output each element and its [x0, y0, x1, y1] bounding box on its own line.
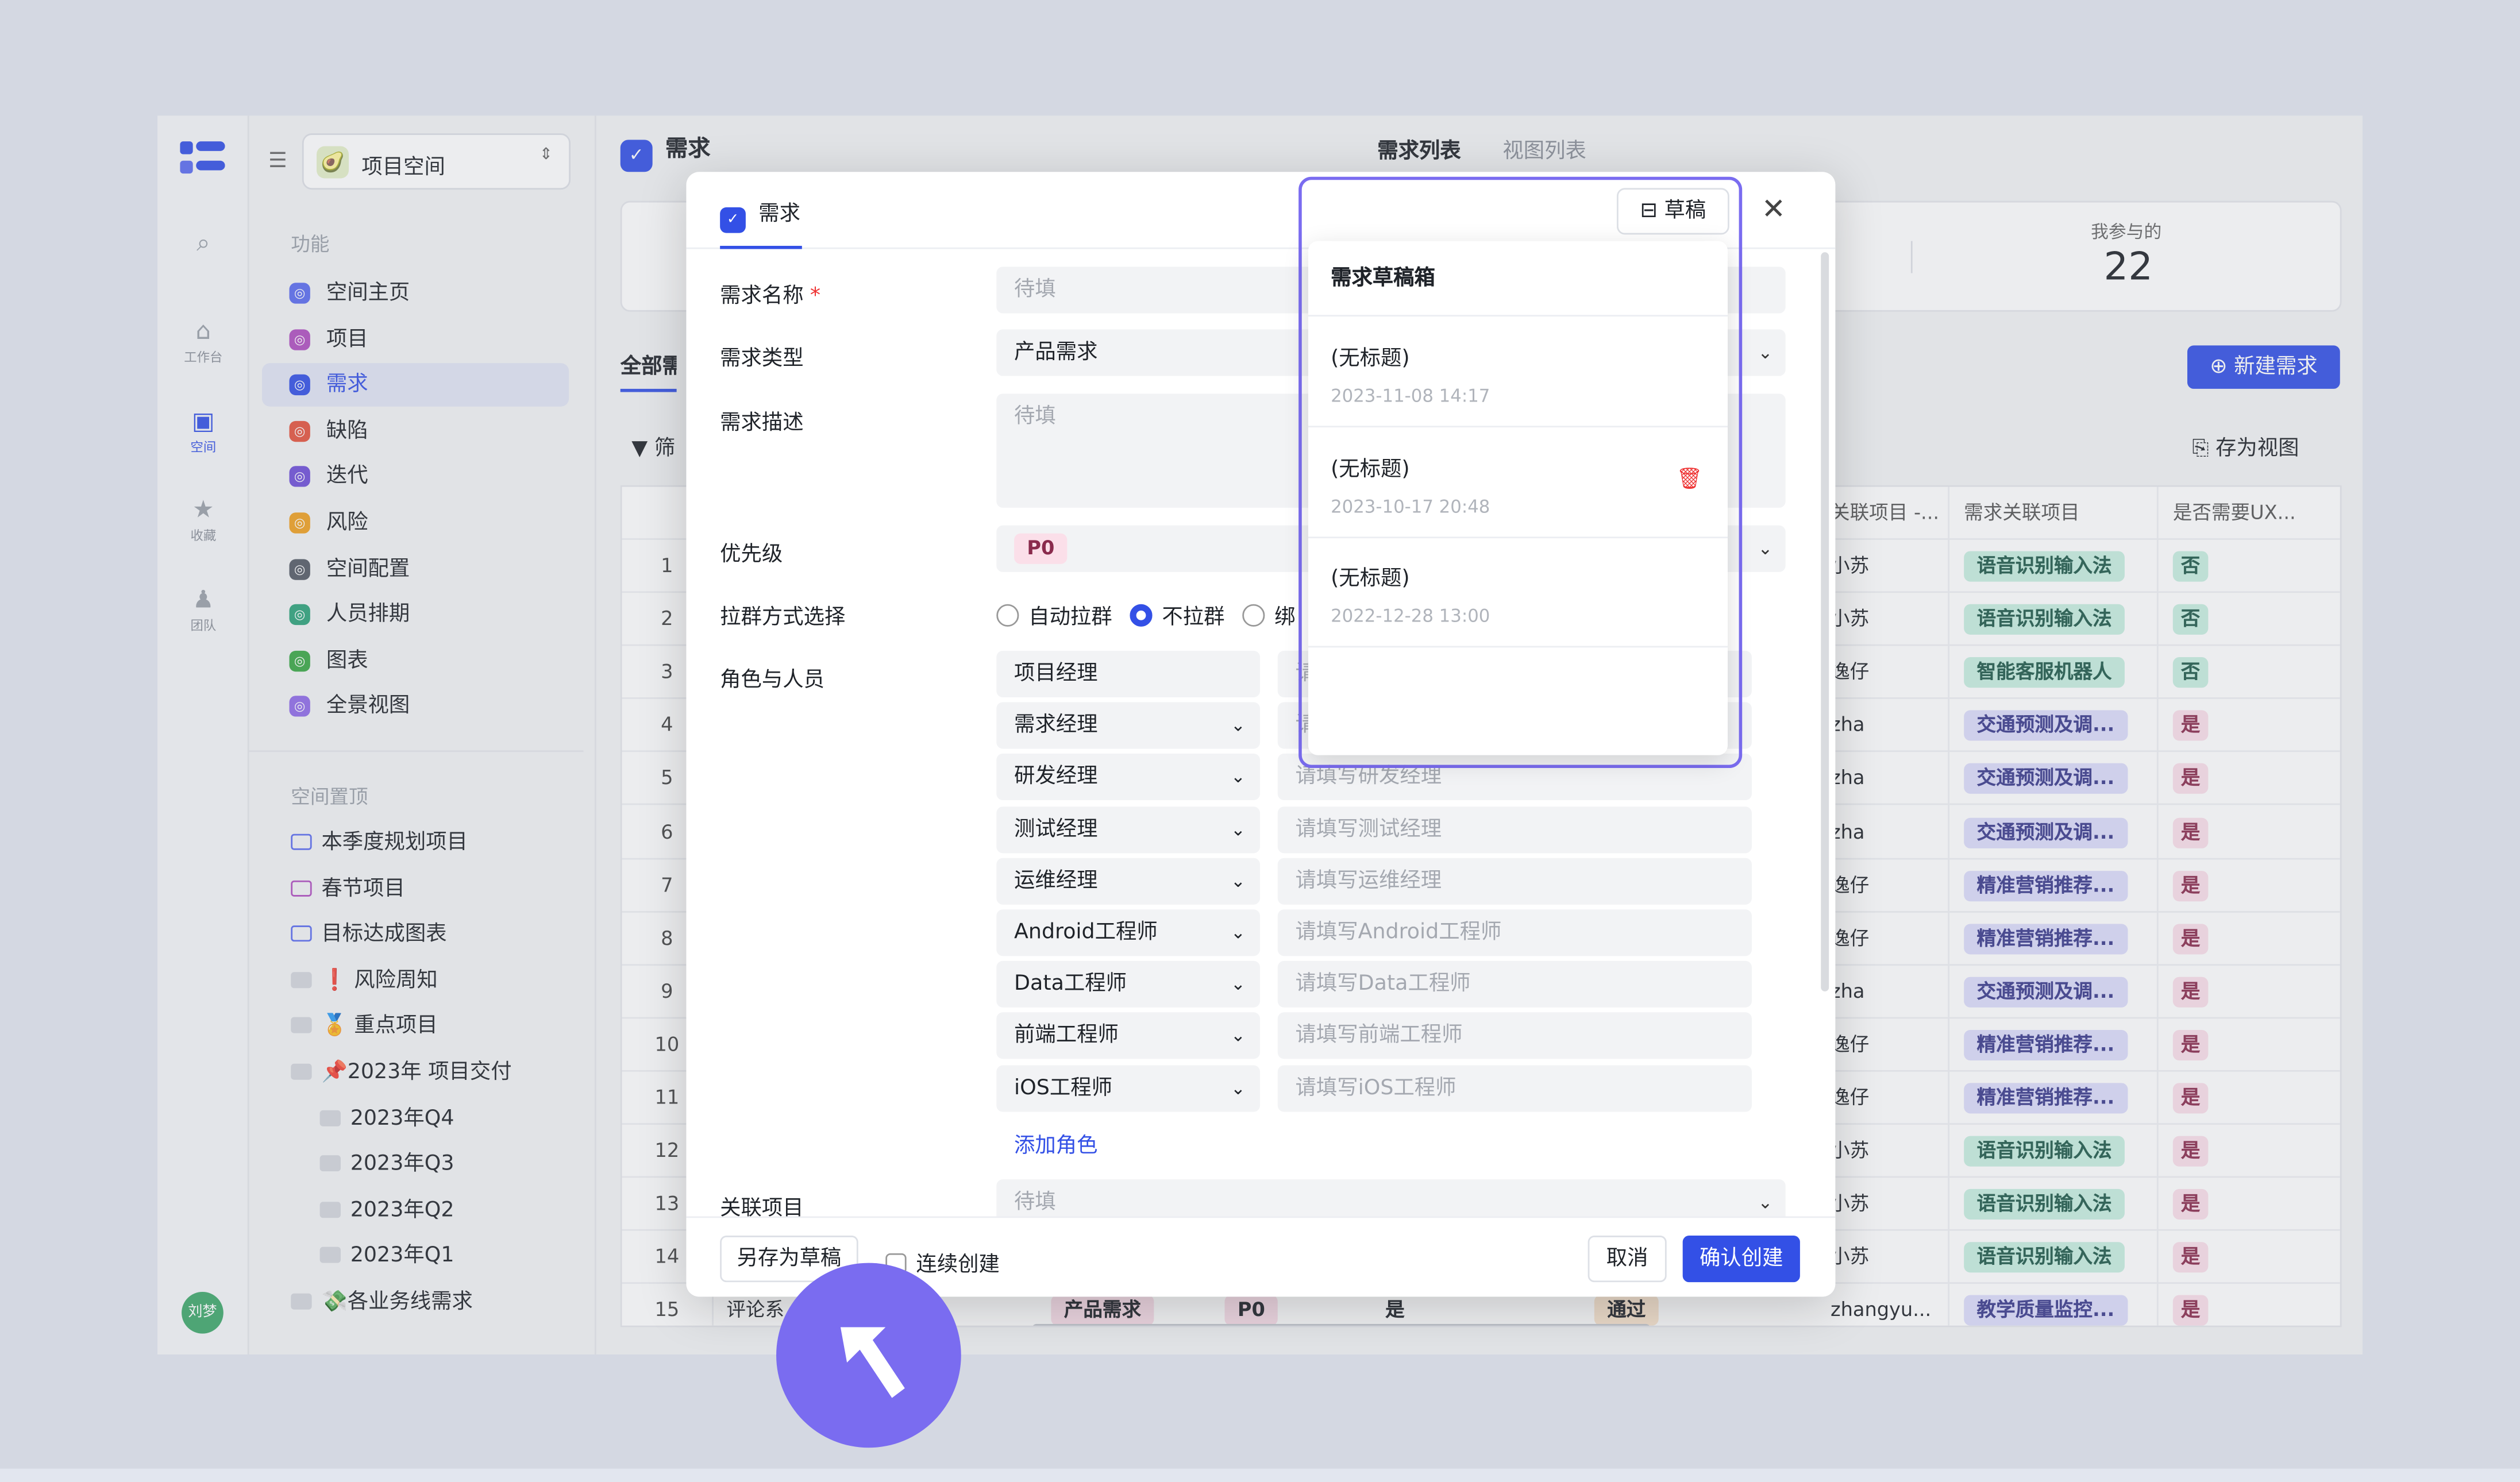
tab-requirement[interactable]: ✓ 需求	[720, 196, 802, 249]
chevron-down-icon: ⌄	[1758, 538, 1773, 559]
role-select[interactable]: Data工程师 ⌄	[996, 961, 1261, 1008]
drafts-dropdown: 需求草稿箱 (无标题) 2023-11-08 14:17 (无标题) 2023-10-…	[1308, 241, 1728, 755]
requirement-icon: ✓	[720, 207, 746, 233]
role-name: Data工程师	[1014, 972, 1127, 997]
roles-label: 角色与人员	[720, 668, 825, 693]
chevron-down-icon: ⌄	[1231, 715, 1246, 736]
role-name: 测试经理	[1014, 817, 1098, 842]
draft-date: 2023-10-17 20:48	[1331, 496, 1490, 517]
draft-item[interactable]: (无标题) 2022-12-28 13:00	[1308, 537, 1728, 648]
role-name: iOS工程师	[1014, 1075, 1112, 1100]
radio-no-group[interactable]: 不拉群	[1130, 599, 1225, 630]
role-select[interactable]: 前端工程师 ⌄	[996, 1013, 1261, 1060]
role-select[interactable]: 项目经理	[996, 650, 1261, 697]
role-select[interactable]: 研发经理 ⌄	[996, 754, 1261, 801]
close-icon[interactable]: ✕	[1762, 193, 1786, 227]
trash-icon[interactable]: 🗑	[1676, 467, 1702, 491]
role-select[interactable]: iOS工程师 ⌄	[996, 1064, 1261, 1112]
person-input[interactable]: 请填写Data工程师	[1277, 961, 1752, 1008]
role-name: 需求经理	[1014, 713, 1098, 738]
chevron-down-icon: ⌄	[1758, 342, 1773, 364]
pointer-cursor	[776, 1263, 961, 1448]
person-input[interactable]: 请填写运维经理	[1277, 858, 1752, 905]
confirm-create-button[interactable]: 确认创建	[1682, 1236, 1800, 1283]
draft-date: 2022-12-28 13:00	[1331, 606, 1490, 627]
role-select[interactable]: 需求经理 ⌄	[996, 702, 1261, 750]
draft-item[interactable]: (无标题) 2023-10-17 20:48 🗑	[1308, 427, 1728, 538]
chevron-down-icon: ⌄	[1231, 767, 1246, 788]
draft-title: (无标题)	[1331, 567, 1410, 592]
role-name: 运维经理	[1014, 869, 1098, 893]
add-role-link[interactable]: 添加角色	[1014, 1128, 1097, 1159]
inbox-icon: ⊟	[1640, 199, 1664, 223]
chevron-down-icon: ⌄	[1231, 922, 1246, 943]
person-input[interactable]: 请填写测试经理	[1277, 806, 1752, 853]
priority-tag: P0	[1014, 533, 1068, 564]
role-select[interactable]: 测试经理 ⌄	[996, 806, 1261, 853]
radio-auto-group[interactable]: 自动拉群	[996, 599, 1112, 630]
chevron-down-icon: ⌄	[1231, 819, 1246, 840]
person-input[interactable]: 请填写Android工程师	[1277, 909, 1752, 956]
cancel-button[interactable]: 取消	[1587, 1236, 1667, 1283]
screen: ⌕ ⌂ 工作台 ▣ 空间 ★ 收藏 ♟ 团队 刘梦 ☰ 🥑 项目空间 ⇕ 功能 ◎ 空间主…	[0, 0, 2520, 1469]
role-name: Android工程师	[1014, 920, 1158, 945]
role-select[interactable]: 运维经理 ⌄	[996, 858, 1261, 905]
role-name: 研发经理	[1014, 765, 1098, 790]
draft-title: (无标题)	[1331, 457, 1410, 482]
chevron-down-icon: ⌄	[1231, 1025, 1246, 1047]
draft-title: (无标题)	[1331, 347, 1410, 372]
chevron-down-icon: ⌄	[1231, 1077, 1246, 1099]
role-select[interactable]: Android工程师 ⌄	[996, 909, 1261, 956]
type-label: 需求类型	[720, 347, 804, 372]
desc-label: 需求描述	[720, 411, 804, 436]
draft-item[interactable]: (无标题) 2023-11-08 14:17	[1308, 317, 1728, 428]
arrow-icon	[840, 1327, 905, 1398]
drafts-title: 需求草稿箱	[1308, 241, 1728, 317]
chevron-down-icon: ⌄	[1231, 870, 1246, 891]
chevron-down-icon: ⌄	[1231, 974, 1246, 995]
draft-date: 2023-11-08 14:17	[1331, 385, 1490, 407]
role-name: 项目经理	[1014, 662, 1098, 686]
person-input[interactable]: 请填写iOS工程师	[1277, 1064, 1752, 1112]
dialog-scrollbar[interactable]	[1821, 252, 1829, 991]
drafts-button[interactable]: ⊟ 草稿	[1616, 188, 1729, 235]
person-input[interactable]: 请填写前端工程师	[1277, 1013, 1752, 1060]
radio-bind-group[interactable]: 绑	[1242, 599, 1296, 630]
group-label: 拉群方式选择	[720, 605, 846, 630]
name-label: 需求名称 *	[720, 284, 821, 309]
role-name: 前端工程师	[1014, 1024, 1119, 1048]
priority-label: 优先级	[720, 543, 783, 568]
